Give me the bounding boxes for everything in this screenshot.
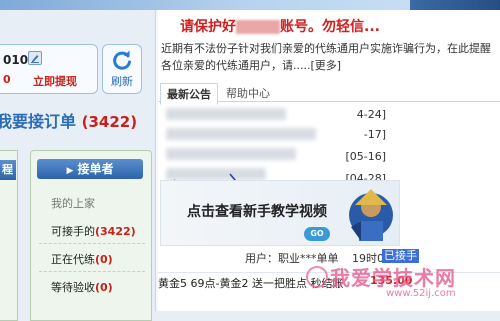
triangle-right-icon: ▶ [66,166,74,176]
banner-logo-strip [410,0,500,10]
taker-box: ▶ 接单者 我的上家 可接手的(3422) 正在代练(0) 等待验收(0) [30,150,152,321]
redacted-block [166,128,316,140]
divider [39,243,145,244]
watermark-url: www.52ij.com [386,288,456,299]
more-link[interactable]: [更多] [310,59,341,72]
taker-item-available[interactable]: 可接手的(3422) [51,223,136,239]
taker-item-prev: 我的上家 [51,195,95,211]
orders-count: (3422) [81,113,138,131]
news-date: 4-24] [356,108,386,121]
divider [39,271,145,272]
taker-item-in-progress[interactable]: 正在代练(0) [51,251,113,267]
taker-item-label: 我的上家 [51,197,95,210]
redacted-block [236,20,280,34]
taker-item-label: 正在代练 [51,253,95,266]
refresh-button[interactable]: 刷新 [102,44,142,94]
promo-text: 点击查看新手教学视频 [187,204,327,220]
taker-item-count: (0) [95,281,113,294]
refresh-label: 刷新 [111,75,133,88]
watermark: 我爱学技术网 www.52ij.com [306,262,500,311]
notice-tabs: 最新公告 帮助中心 [158,80,500,105]
status-badge: 已接手 [382,249,419,263]
taker-item-count: (3422) [95,225,136,238]
watermark-logo-icon [306,266,328,288]
tutorial-video-banner[interactable]: 点击查看新手教学视频 GO [160,180,400,246]
tab-latest-notice[interactable]: 最新公告 [160,83,218,105]
taker-item-count: (0) [95,253,113,266]
edit-icon[interactable] [28,51,42,65]
left-panel: 0101 0 立即提现 刷新 我要接订单 (3422) 程 ▶ 接单者 我的上家 … [0,10,155,321]
taker-tab[interactable]: ▶ 接单者 [37,159,143,179]
watermark-text: 我爱学技术网 [330,266,456,290]
news-date: [05-16] [345,150,386,163]
taker-item-label: 可接手的 [51,225,95,238]
warning-title-prefix: 请保护好 [180,19,236,35]
top-banner [0,0,500,10]
news-row[interactable]: -17] [166,128,392,141]
taker-tab-label: 接单者 [77,162,114,176]
orders-title: 我要接订单 [0,112,77,131]
redacted-block [166,108,286,120]
category-tab[interactable]: 程 [0,160,16,180]
taker-item-awaiting[interactable]: 等待验收(0) [51,279,113,295]
warning-title-suffix: 账号。勿轻信... [280,19,380,35]
withdraw-link[interactable]: 立即提现 [33,73,77,89]
taker-item-label: 等待验收 [51,281,95,294]
feed-user: 用户：职业***单单 [245,252,339,265]
balance-value: 0 [3,73,11,86]
news-row[interactable]: 4-24] [166,108,392,121]
account-box: 0101 0 立即提现 [0,44,98,94]
warning-body: 近期有不法份子针对我们亲爱的代练通用户实施诈骗行为，在此提醒各位亲爱的代练通用户… [161,40,496,74]
tab-help-center[interactable]: 帮助中心 [220,83,276,103]
go-button[interactable]: GO [304,227,330,241]
news-row[interactable]: [05-16] [166,150,392,163]
news-date: -17] [363,128,386,141]
warning-title: 请保护好 账号。勿轻信... [180,16,380,36]
orders-heading: 我要接订单 (3422) [0,108,137,132]
game-hero-image [349,189,393,241]
refresh-icon [113,50,131,70]
